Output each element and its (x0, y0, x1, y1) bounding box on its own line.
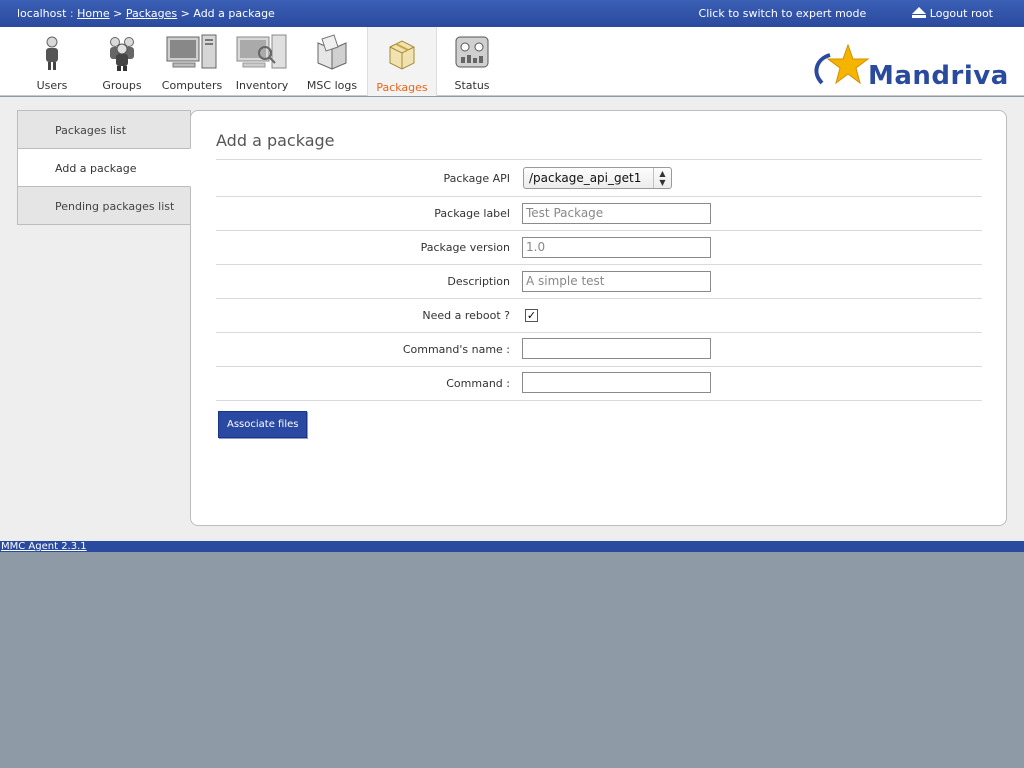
nav-item-label: Status (454, 79, 490, 92)
logout-link[interactable]: Logout root (884, 7, 993, 20)
associate-files-button[interactable]: Associate files (218, 411, 308, 438)
logo-text: Mandriva (868, 61, 1009, 91)
version-link[interactable]: MMC Agent 2.3.1 (0, 541, 87, 552)
content-panel: Add a package Package API /package_api_g… (190, 110, 1007, 526)
breadcrumb-separator: : (69, 7, 74, 20)
nav-item-users[interactable]: Users (17, 27, 87, 96)
package-version-label: Package version (216, 230, 522, 265)
nav-item-label: MSC logs (306, 79, 358, 92)
nav-item-label: Groups (102, 79, 142, 92)
users-icon (46, 36, 58, 70)
package-version-input[interactable]: 1.0 (522, 237, 711, 258)
form-row: Package version 1.0 (216, 230, 982, 265)
description-label: Description (216, 264, 522, 299)
nav-item-msc-logs[interactable]: MSC logs (297, 27, 367, 96)
page-title: Add a package (216, 131, 335, 150)
package-label-input[interactable]: Test Package (522, 203, 711, 224)
command-input[interactable] (522, 371, 711, 393)
nav-item-status[interactable]: Status (437, 27, 507, 96)
module-navigation: Users Groups Computers Inventory MSC log… (0, 27, 1024, 96)
expert-mode-link[interactable]: Click to switch to expert mode (699, 7, 867, 20)
breadcrumb-host: localhost (17, 7, 67, 20)
footer-bar: MMC Agent 2.3.1 (0, 541, 1024, 552)
nav-item-label: Packages (376, 81, 428, 94)
nav-item-label: Inventory (235, 79, 289, 92)
breadcrumb-separator: > (180, 7, 190, 20)
top-bar: localhost : Home > Packages > Add a pack… (0, 0, 1024, 27)
computers-icon (166, 34, 217, 69)
logout-label: Logout root (929, 7, 993, 20)
nav-item-inventory[interactable]: Inventory (227, 27, 297, 96)
package-api-label: Package API (216, 159, 522, 197)
top-right-actions: Click to switch to expert mode Logout ro… (685, 7, 993, 20)
packages-icon (389, 40, 415, 70)
form-row: Package label Test Package (216, 196, 982, 231)
msc-logs-icon (317, 34, 347, 70)
select-arrows-icon: ▲ ▼ (653, 168, 671, 188)
star-logo-icon (814, 43, 870, 85)
breadcrumb-current: Add a package (193, 7, 275, 20)
nav-item-label: Computers (161, 79, 223, 92)
breadcrumb: localhost : Home > Packages > Add a pack… (17, 7, 275, 20)
package-api-select[interactable]: /package_api_get1 ▲ ▼ (523, 167, 672, 189)
sidebar: Packages list Add a package Pending pack… (17, 110, 191, 225)
nav-item-label: Users (36, 79, 68, 92)
eject-icon (898, 7, 926, 18)
nav-item-packages[interactable]: Packages (367, 27, 437, 96)
main-area: Packages list Add a package Pending pack… (0, 97, 1024, 541)
description-input[interactable]: A simple test (522, 271, 711, 292)
package-form: Package API /package_api_get1 ▲ ▼ Package… (216, 159, 982, 401)
breadcrumb-home-link[interactable]: Home (77, 7, 109, 20)
reboot-checkbox[interactable]: ✓ (525, 309, 538, 322)
command-name-input[interactable] (522, 337, 711, 359)
sidebar-item-packages-list[interactable]: Packages list (17, 110, 191, 149)
form-row: Need a reboot ? ✓ (216, 298, 982, 333)
sidebar-item-pending-packages[interactable]: Pending packages list (17, 186, 191, 225)
sidebar-item-add-package[interactable]: Add a package (17, 148, 191, 187)
form-row: Package API /package_api_get1 ▲ ▼ (216, 159, 982, 197)
page-background (0, 552, 1024, 768)
nav-item-groups[interactable]: Groups (87, 27, 157, 96)
status-icon (455, 36, 489, 68)
form-row: Command's name : (216, 332, 982, 367)
breadcrumb-separator: > (113, 7, 123, 20)
nav-item-computers[interactable]: Computers (157, 27, 227, 96)
breadcrumb-packages-link[interactable]: Packages (126, 7, 177, 20)
command-label: Command : (216, 366, 522, 401)
groups-icon (110, 37, 134, 71)
form-row: Description A simple test (216, 264, 982, 299)
inventory-icon (236, 34, 287, 69)
reboot-label: Need a reboot ? (216, 298, 522, 333)
form-row: Command : (216, 366, 982, 401)
package-label-label: Package label (216, 196, 522, 231)
command-name-label: Command's name : (216, 332, 522, 367)
package-api-value: /package_api_get1 (529, 171, 642, 185)
mandriva-logo: Mandriva (810, 43, 1008, 91)
